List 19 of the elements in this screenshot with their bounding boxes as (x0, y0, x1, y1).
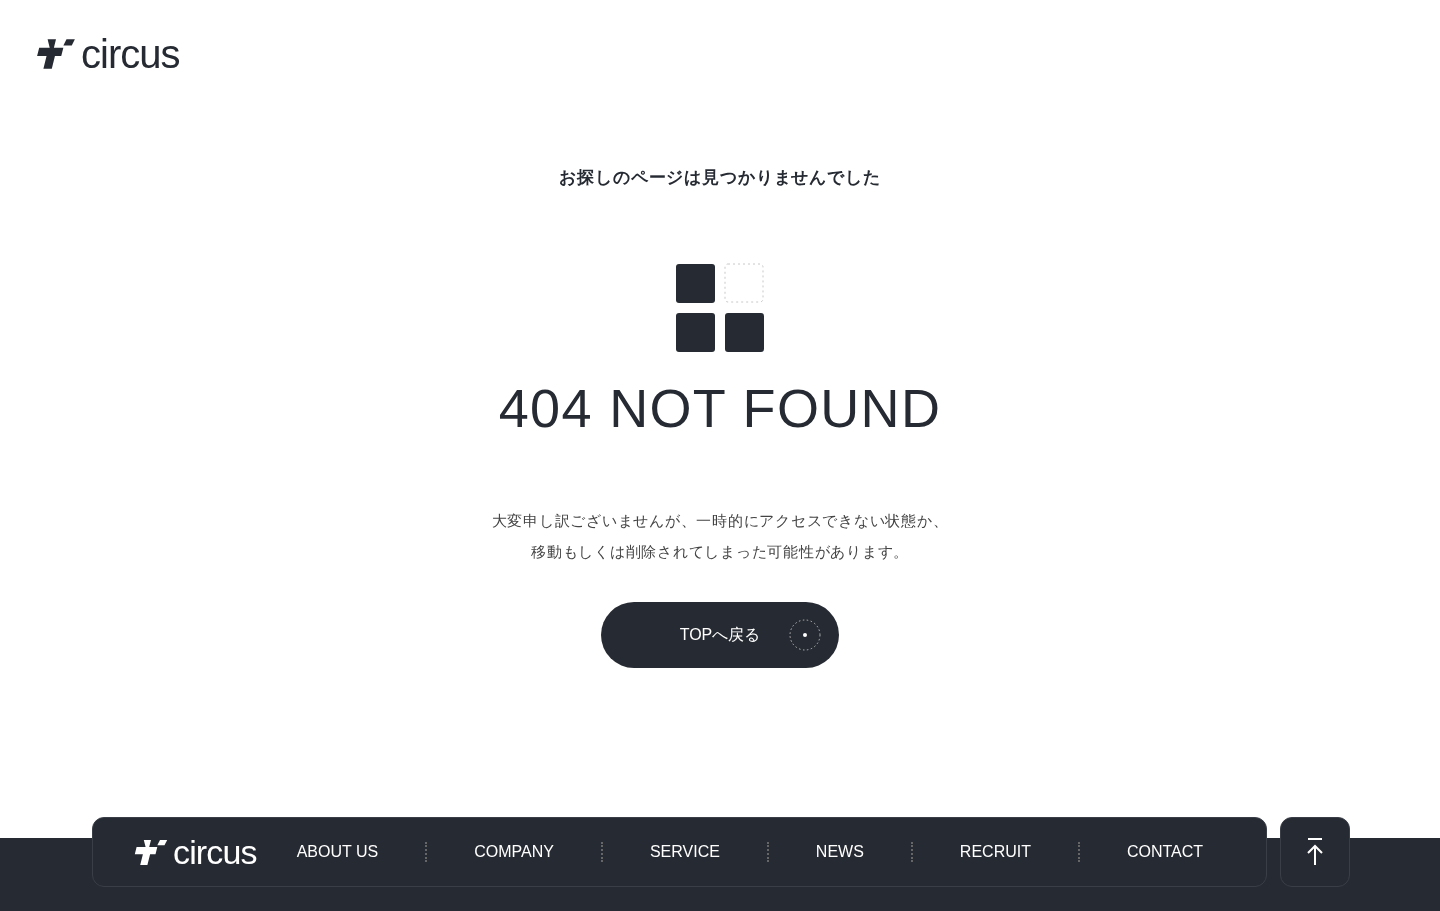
footer-nav-link[interactable]: CONTACT (1126, 840, 1204, 864)
logo-mark-icon (133, 837, 169, 867)
error-title: 404 NOT FOUND (498, 380, 942, 435)
logo-text[interactable]: circus (81, 34, 180, 74)
footer-nav-link[interactable]: COMPANY (474, 840, 554, 864)
error-message: 移動もしくは削除されてしまった可能性があります。 (531, 541, 909, 562)
arrow-up-icon (1305, 837, 1325, 867)
error-message: 大変申し訳ございませんが、一時的にアクセスできない状態か、 (491, 510, 949, 531)
footer-nav-link[interactable]: NEWS (815, 840, 864, 864)
page-heading: お探しのページは見つかりませんでした (559, 167, 881, 189)
footer-nav-link[interactable]: RECRUIT (959, 840, 1031, 864)
footer-nav-link[interactable]: ABOUT US (296, 840, 379, 864)
back-to-top-button[interactable]: TOPへ戻る (601, 601, 839, 668)
dotted-circle-icon (789, 618, 821, 651)
footer-nav-link[interactable]: SERVICE (649, 840, 720, 864)
logo-text[interactable]: circus (173, 835, 257, 869)
logo-mark-icon (35, 37, 77, 71)
scroll-to-top-button[interactable] (1280, 817, 1350, 887)
blocks-icon (675, 262, 765, 353)
